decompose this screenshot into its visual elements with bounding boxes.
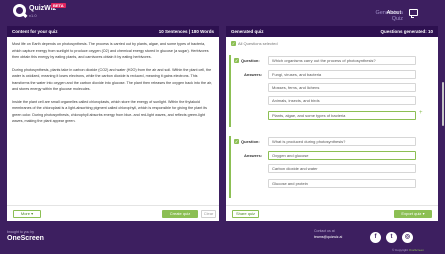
answer-input[interactable]: Fungi, viruses, and bacteria xyxy=(268,70,416,79)
content-textarea[interactable]: Most life on Earth depends on photosynth… xyxy=(12,41,212,131)
checkbox-icon[interactable]: ✓ xyxy=(234,58,239,64)
content-paragraph: Inside the plant cell are small organell… xyxy=(12,99,207,124)
app-footer: brought to you by OneScreen Contact us a… xyxy=(0,221,445,254)
chevron-down-icon: ▾ xyxy=(31,211,34,216)
quiz-panel-header: Generated quiz Questions generated: 10 xyxy=(226,26,438,37)
question-input[interactable]: Which organisms carry out the process of… xyxy=(268,56,416,65)
checkbox-icon[interactable]: ✓ xyxy=(234,139,239,145)
quiz-panel: Generated quiz Questions generated: 10 ✓… xyxy=(226,26,444,221)
answer-input[interactable]: Glucose and protein xyxy=(268,179,416,188)
logo-icon[interactable] xyxy=(13,4,26,17)
question-block: ✓ Question: Which organisms carry out the… xyxy=(229,55,435,127)
copyright-link[interactable]: OneScreen xyxy=(409,248,424,252)
question-block: ✓ Question: What is produced during photo… xyxy=(229,136,435,198)
add-answer-icon[interactable]: + xyxy=(419,110,423,116)
answers-label: Answers: xyxy=(244,153,263,158)
questions-count: Questions generated: 10 xyxy=(380,29,433,34)
correct-answer-input[interactable]: Plants, algae, and some types of bacteri… xyxy=(268,111,416,120)
export-button-label: Export quiz xyxy=(401,211,422,216)
contact-label: Contact us at xyxy=(314,229,335,233)
answers-label: Answers: xyxy=(244,72,263,77)
correct-answer-input[interactable]: Oxygen and glucose xyxy=(268,151,416,160)
content-paragraph: Most life on Earth depends on photosynth… xyxy=(12,42,209,59)
scrollbar[interactable] xyxy=(442,82,444,126)
select-all-label: All Questions selected xyxy=(238,41,278,46)
content-panel-footer: More ▾ Create quiz Clear xyxy=(7,205,219,221)
content-paragraph: During photosynthesis, plants take in ca… xyxy=(12,67,212,92)
answer-input[interactable]: Carbon dioxide and water xyxy=(268,164,416,173)
clear-button[interactable]: Clear xyxy=(201,210,216,218)
facebook-icon[interactable]: f xyxy=(370,232,381,243)
select-all-questions[interactable]: ✓ All Questions selected xyxy=(231,41,278,47)
more-button[interactable]: More ▾ xyxy=(13,210,41,218)
more-button-label: More xyxy=(20,211,30,216)
twitter-icon[interactable]: t xyxy=(386,232,397,243)
app-header: QuizWiz BETA v1.0 Generate a Quiz About xyxy=(0,0,445,26)
contact-email-link[interactable]: teams@quizwiz.ai xyxy=(314,235,342,239)
question-label: ✓ Question: xyxy=(234,58,260,64)
answer-input[interactable]: Animals, insects, and birds xyxy=(268,96,416,105)
nav-about[interactable]: About xyxy=(383,10,401,16)
create-quiz-button[interactable]: Create quiz xyxy=(162,210,198,218)
copyright: © Copyright OneScreen xyxy=(392,248,424,252)
quiz-panel-footer: Share quiz Export quiz ▾ xyxy=(226,205,438,221)
answer-input[interactable]: Mosses, ferns, and lichens xyxy=(268,83,416,92)
question-label: ✓ Question: xyxy=(234,139,260,145)
brought-to-you-label: brought to you by xyxy=(7,230,35,234)
content-panel-header: Content for your quiz 10 Sentences | 180… xyxy=(7,26,219,37)
chat-icon[interactable] xyxy=(409,9,418,18)
beta-badge: BETA xyxy=(51,3,66,8)
footer-brand[interactable]: OneScreen xyxy=(7,235,44,242)
checkbox-icon[interactable]: ✓ xyxy=(231,41,236,47)
chevron-down-icon: ▾ xyxy=(422,211,425,216)
content-panel: Content for your quiz 10 Sentences | 180… xyxy=(7,26,219,221)
content-stats: 10 Sentences | 180 Words xyxy=(158,29,214,34)
quiz-panel-title: Generated quiz xyxy=(231,29,264,34)
question-input[interactable]: What is produced during photosynthesis? xyxy=(268,137,416,146)
copyright-prefix: © Copyright xyxy=(392,248,408,252)
share-quiz-button[interactable]: Share quiz xyxy=(232,210,259,218)
instagram-icon[interactable]: ◎ xyxy=(402,232,413,243)
export-quiz-button[interactable]: Export quiz ▾ xyxy=(394,210,432,218)
content-panel-title: Content for your quiz xyxy=(12,29,58,34)
version-label: v1.0 xyxy=(29,13,37,18)
